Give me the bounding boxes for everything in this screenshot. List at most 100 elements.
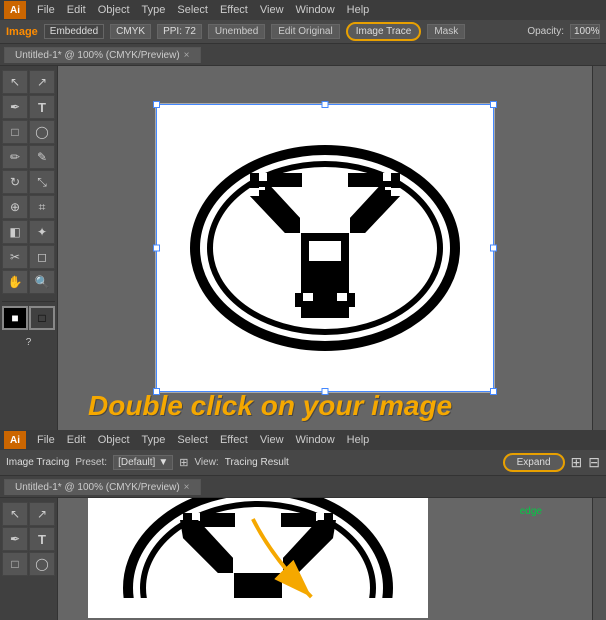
top-canvas-area: ↖ ↗ ✒ T □ ◯ ✏ ✎ ↻ ⤡ xyxy=(0,66,606,430)
top-left-toolbar: ↖ ↗ ✒ T □ ◯ ✏ ✎ ↻ ⤡ xyxy=(0,66,58,430)
panels-icon[interactable]: ⊟ xyxy=(588,454,600,471)
top-section: Ai File Edit Object Type Select Effect V… xyxy=(0,0,606,430)
opacity-value[interactable]: 100% xyxy=(570,24,600,39)
menu-edit[interactable]: Edit xyxy=(62,3,91,17)
bottom-direct-select-tool[interactable]: ↗ xyxy=(29,502,55,526)
gradient-tool[interactable]: ◧ xyxy=(2,220,28,244)
bottom-left-toolbar: ↖ ↗ ✒ T □ ◯ xyxy=(0,498,58,620)
bottom-menu-file[interactable]: File xyxy=(32,433,60,447)
menu-window[interactable]: Window xyxy=(291,3,340,17)
zoom-tool[interactable]: 🔍 xyxy=(29,270,55,294)
cmyk-tag: CMYK xyxy=(110,24,151,39)
bottom-menu-select[interactable]: Select xyxy=(172,433,213,447)
top-menu-bar: Ai File Edit Object Type Select Effect V… xyxy=(0,0,606,20)
preset-value: [Default] xyxy=(118,457,155,468)
bottom-tab-bar: Untitled-1* @ 100% (CMYK/Preview) × xyxy=(0,476,606,498)
vertical-scrollbar-top[interactable] xyxy=(592,66,606,430)
menu-select[interactable]: Select xyxy=(172,3,213,17)
handle-mid-left[interactable] xyxy=(153,245,160,252)
bottom-document-tab[interactable]: Untitled-1* @ 100% (CMYK/Preview) × xyxy=(4,479,201,495)
bottom-tab-title: Untitled-1* @ 100% (CMYK/Preview) xyxy=(15,482,180,493)
bottom-tab-close-icon[interactable]: × xyxy=(184,482,190,493)
top-canvas-main: Double click on your image xyxy=(58,66,592,430)
bottom-pen-tool[interactable]: ✒ xyxy=(2,527,28,551)
bottom-menu-view[interactable]: View xyxy=(255,433,289,447)
select-tool[interactable]: ↖ xyxy=(2,70,28,94)
bottom-ellipse-tool[interactable]: ◯ xyxy=(29,552,55,576)
bottom-menu-effect[interactable]: Effect xyxy=(215,433,253,447)
type-tool[interactable]: T xyxy=(29,95,55,119)
brush-tool[interactable]: ✏ xyxy=(2,145,28,169)
bottom-type-tool[interactable]: T xyxy=(29,527,55,551)
vertical-scrollbar-bottom[interactable] xyxy=(592,498,606,620)
bottom-menu-help[interactable]: Help xyxy=(342,433,375,447)
scale-tool[interactable]: ⤡ xyxy=(29,170,55,194)
stroke-tool[interactable]: □ xyxy=(29,306,55,330)
pencil-tool[interactable]: ✎ xyxy=(29,145,55,169)
bottom-menu-type[interactable]: Type xyxy=(137,433,171,447)
image-trace-button[interactable]: Image Trace xyxy=(346,22,422,41)
handle-top-right[interactable] xyxy=(490,101,497,108)
document-tab[interactable]: Untitled-1* @ 100% (CMYK/Preview) × xyxy=(4,47,201,63)
edge-label: edge xyxy=(520,506,542,517)
menu-effect[interactable]: Effect xyxy=(215,3,253,17)
top-tab-bar: Untitled-1* @ 100% (CMYK/Preview) × xyxy=(0,44,606,66)
grid-icon[interactable]: ⊞ xyxy=(571,454,583,471)
embedded-tag: Embedded xyxy=(44,24,104,39)
top-context-bar: Image Embedded CMYK PPI: 72 Unembed Edit… xyxy=(0,20,606,44)
bottom-menu-object[interactable]: Object xyxy=(93,433,135,447)
tracing-label: Image Tracing xyxy=(6,457,69,468)
bottom-rectangle-tool[interactable]: □ xyxy=(2,552,28,576)
context-image-label: Image xyxy=(6,26,38,38)
preset-chevron-icon: ▼ xyxy=(158,457,168,468)
menu-type[interactable]: Type xyxy=(137,3,171,17)
opacity-label: Opacity: xyxy=(527,26,564,37)
mask-button[interactable]: Mask xyxy=(427,24,465,39)
handle-top-center[interactable] xyxy=(322,101,329,108)
rectangle-tool[interactable]: □ xyxy=(2,120,28,144)
menu-object[interactable]: Object xyxy=(93,3,135,17)
pen-tool[interactable]: ✒ xyxy=(2,95,28,119)
canvas-document xyxy=(155,103,495,393)
direct-select-tool[interactable]: ↗ xyxy=(29,70,55,94)
bottom-app-logo: Ai xyxy=(4,431,26,449)
tracing-icon1[interactable]: ⊞ xyxy=(179,456,188,469)
ellipse-tool[interactable]: ◯ xyxy=(29,120,55,144)
image-tracing-bar: Image Tracing Preset: [Default] ▼ ⊞ View… xyxy=(0,450,606,476)
bottom-menu-edit[interactable]: Edit xyxy=(62,433,91,447)
tab-title: Untitled-1* @ 100% (CMYK/Preview) xyxy=(15,50,180,61)
handle-bottom-right[interactable] xyxy=(490,388,497,395)
handle-mid-right[interactable] xyxy=(490,245,497,252)
top-app-logo: Ai xyxy=(4,1,26,19)
byu-logo-image xyxy=(185,138,465,358)
rotate-tool[interactable]: ↻ xyxy=(2,170,28,194)
menu-view[interactable]: View xyxy=(255,3,289,17)
bottom-select-tool[interactable]: ↖ xyxy=(2,502,28,526)
mesh-tool[interactable]: ⌗ xyxy=(29,195,55,219)
menu-help[interactable]: Help xyxy=(342,3,375,17)
fill-tool[interactable]: ■ xyxy=(2,306,28,330)
preset-dropdown[interactable]: [Default] ▼ xyxy=(113,455,173,470)
ppi-tag: PPI: 72 xyxy=(157,24,202,39)
bottom-menu-bar: Ai File Edit Object Type Select Effect V… xyxy=(0,430,606,450)
tab-close-icon[interactable]: × xyxy=(184,50,190,61)
question-mark-tool[interactable]: ? xyxy=(4,337,53,348)
view-value: Tracing Result xyxy=(225,457,289,468)
bottom-canvas-document xyxy=(88,498,428,618)
hand-tool[interactable]: ✋ xyxy=(2,270,28,294)
menu-file[interactable]: File xyxy=(32,3,60,17)
eyedropper-tool[interactable]: ✦ xyxy=(29,220,55,244)
eraser-tool[interactable]: ◻ xyxy=(29,245,55,269)
edit-original-button[interactable]: Edit Original xyxy=(271,24,339,39)
handle-top-left[interactable] xyxy=(153,101,160,108)
blend-tool[interactable]: ⊕ xyxy=(2,195,28,219)
bottom-canvas-area: ↖ ↗ ✒ T □ ◯ xyxy=(0,498,606,620)
scissors-tool[interactable]: ✂ xyxy=(2,245,28,269)
preset-label: Preset: xyxy=(75,457,107,468)
bottom-canvas-main: edge xyxy=(58,498,592,620)
expand-button[interactable]: Expand xyxy=(503,453,565,472)
bottom-menu-window[interactable]: Window xyxy=(291,433,340,447)
unembed-button[interactable]: Unembed xyxy=(208,24,265,39)
byu-logo-bottom xyxy=(118,498,398,598)
bottom-section: Ai File Edit Object Type Select Effect V… xyxy=(0,430,606,620)
